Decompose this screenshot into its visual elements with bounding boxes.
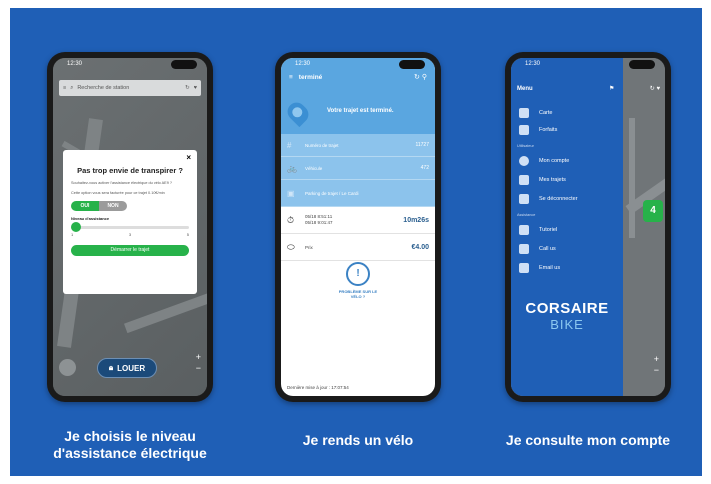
slider-ticks: 1 3 5	[71, 232, 189, 237]
heart-icon[interactable]: ♥	[194, 85, 197, 91]
caption-return: Je rends un vélo	[302, 432, 414, 448]
menu-item-mon-compte[interactable]: Mon compte	[519, 156, 569, 166]
dialog-price-text: Cette option vous sera facturée pour ce …	[71, 190, 165, 195]
search-icon: ⌕	[70, 84, 74, 91]
header-title: ≡ terminé	[289, 74, 322, 81]
logout-icon	[519, 194, 529, 204]
trip-done-text: Votre trajet est terminé.	[327, 108, 394, 114]
list-icon	[519, 175, 529, 185]
assistance-toggle[interactable]: OUI NON	[71, 200, 127, 211]
tick-label: 1	[71, 231, 74, 237]
tutorial-icon	[519, 225, 529, 235]
last-update: Dernière mise à jour : 17:07:54	[287, 385, 349, 390]
status-bar: 12:30	[295, 61, 311, 67]
start-time: 05/18 8:51:11	[305, 213, 333, 219]
section-label-user: Utilisateur	[517, 144, 534, 148]
menu-icon[interactable]: ≡	[63, 85, 66, 91]
corsaire-bike-logo: CORSAIRE BIKE	[525, 300, 609, 332]
refresh-icon[interactable]: ↻	[414, 74, 420, 81]
refresh-icon[interactable]: ↻	[650, 86, 655, 92]
menu-item-call-us[interactable]: Call us	[519, 244, 556, 254]
price-label: Prix	[305, 244, 313, 250]
menu-item-logout[interactable]: Se déconnecter	[519, 194, 578, 204]
phone-screen: 12:30 ≡ terminé ↻ ⚲ Votre trajet est ter…	[281, 58, 435, 396]
zoom-in-button[interactable]: +	[654, 354, 659, 365]
flag-icon[interactable]: ⚑	[609, 85, 614, 92]
caption-account: Je consulte mon compte	[505, 432, 671, 448]
phone-icon	[519, 244, 529, 254]
trip-details: # Numéro de trajet 11727 🚲 Véhicule 472 …	[281, 134, 435, 261]
tick-label: 3	[128, 231, 132, 237]
phone-screen: 12:30 ≡ ⌕ Recherche de station ↻ ♥ × Pas…	[53, 58, 207, 396]
section-label-help: Assistance	[517, 213, 536, 217]
dialog-text: Souhaitez-vous activer l'assistance élec…	[71, 181, 172, 185]
list-item: ⏱ 05/18 8:51:11 05/18 9:01:47 10m26s	[281, 207, 435, 234]
rent-label: LOUER	[117, 363, 146, 373]
assistance-dialog: × Pas trop envie de transpirer ? Souhait…	[63, 150, 197, 294]
zoom-out-button[interactable]: −	[654, 365, 659, 376]
price-value: €4.00	[411, 243, 429, 251]
promo-panel: 12:30 ≡ ⌕ Recherche de station ↻ ♥ × Pas…	[10, 8, 702, 476]
map-icon	[519, 108, 529, 118]
phone-assistance: 12:30 ≡ ⌕ Recherche de station ↻ ♥ × Pas…	[47, 52, 213, 402]
lock-icon: 🔒︎	[108, 363, 114, 372]
report-problem-label: PROBLÈME SUR LE VÉLO ?	[338, 289, 378, 300]
zoom-out-button[interactable]: −	[196, 363, 201, 374]
wallet-icon: ⬭	[287, 241, 295, 252]
clipboard-icon	[519, 125, 529, 135]
zoom-controls: + −	[196, 352, 201, 374]
menu-icon[interactable]: ≡	[289, 74, 293, 81]
heart-icon[interactable]: ♥	[656, 86, 660, 92]
list-item: ▣ Parking de trajet / Le Cardi	[281, 180, 435, 207]
caption-assistance: Je choisis le niveau d'assistance électr…	[53, 428, 207, 461]
end-time: 05/18 9:01:47	[305, 220, 333, 225]
phone-menu: 12:30 Menu ⚑ ↻ ♥ Carte Forfaits Utilisat…	[505, 52, 671, 402]
title-text: terminé	[298, 74, 323, 81]
list-item: ⬭ Prix €4.00	[281, 234, 435, 261]
report-problem-button[interactable]: ! PROBLÈME SUR LE VÉLO ?	[281, 262, 435, 299]
menu-item-forfaits[interactable]: Forfaits	[519, 125, 557, 135]
menu-item-email-us[interactable]: Email us	[519, 263, 560, 273]
refresh-icon[interactable]: ↻	[185, 85, 190, 91]
status-bar: 12:30	[67, 61, 83, 67]
station-badge[interactable]: 4	[643, 200, 663, 222]
level-label: Niveau d'assistance	[71, 215, 110, 221]
assistance-level-slider[interactable]	[71, 221, 189, 232]
slider-knob[interactable]	[71, 221, 81, 232]
locate-me-button[interactable]	[59, 359, 76, 376]
duration-value: 10m26s	[403, 216, 429, 224]
menu-item-tutoriel[interactable]: Tutoriel	[519, 225, 557, 235]
header-icons: ↻ ⚲	[414, 73, 427, 81]
hash-icon: #	[287, 140, 292, 150]
menu-item-carte[interactable]: Carte	[519, 108, 552, 118]
menu-title: Menu	[517, 86, 533, 92]
list-item: # Numéro de trajet 11727	[281, 134, 435, 157]
zoom-controls: + −	[654, 354, 659, 376]
map-header-icons: ↻ ♥	[650, 85, 660, 92]
search-input[interactable]: Recherche de station	[77, 85, 181, 91]
list-item: 🚲 Véhicule 472	[281, 157, 435, 180]
rent-button[interactable]: 🔒︎ LOUER	[97, 358, 157, 378]
user-icon	[519, 156, 529, 166]
menu-item-mes-trajets[interactable]: Mes trajets	[519, 175, 566, 185]
stopwatch-icon: ⏱	[287, 214, 295, 225]
tick-label: 5	[186, 231, 189, 237]
toggle-no[interactable]: NON	[99, 200, 127, 211]
dialog-title: Pas trop envie de transpirer ?	[77, 166, 183, 175]
alert-icon: !	[346, 262, 370, 286]
close-icon[interactable]: ×	[186, 153, 191, 162]
search-bar[interactable]: ≡ ⌕ Recherche de station ↻ ♥	[59, 80, 201, 96]
parking-icon: ▣	[287, 188, 295, 198]
phone-trip-ended: 12:30 ≡ terminé ↻ ⚲ Votre trajet est ter…	[275, 52, 441, 402]
zoom-in-button[interactable]: +	[196, 352, 201, 363]
toggle-yes[interactable]: OUI	[71, 200, 99, 211]
bike-icon: 🚲	[287, 163, 297, 173]
bike-icon[interactable]: ⚲	[422, 74, 427, 81]
start-trip-button[interactable]: Démarrer le trajet	[71, 244, 189, 256]
mail-icon	[519, 263, 529, 273]
status-bar: 12:30	[525, 61, 541, 67]
phone-screen: 12:30 Menu ⚑ ↻ ♥ Carte Forfaits Utilisat…	[511, 58, 665, 396]
